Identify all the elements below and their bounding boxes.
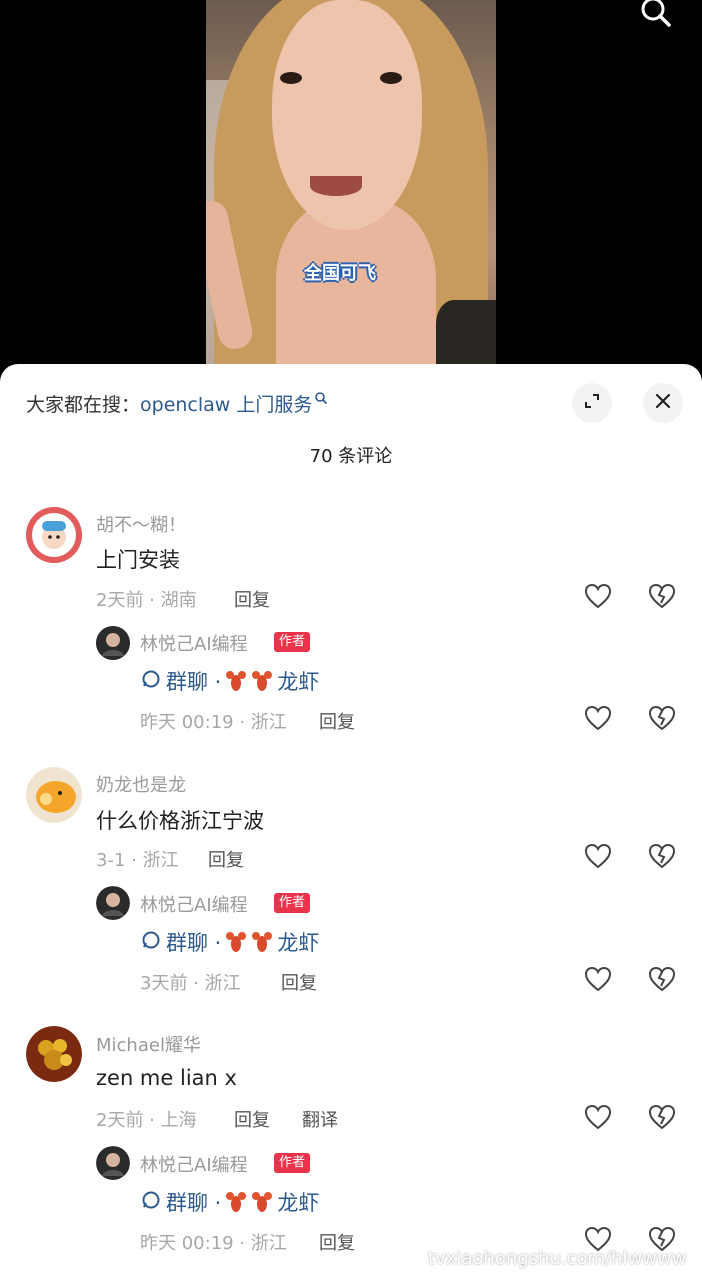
- avatar[interactable]: [96, 886, 130, 920]
- lobster-icon: [225, 669, 247, 693]
- watermark: tvxiaohongshu.com/hlwwww: [428, 1248, 687, 1269]
- group-chat-label: 群聊 ·: [166, 931, 222, 955]
- group-chat-label: 群聊 ·: [166, 1191, 222, 1215]
- lobster-icon: [225, 930, 247, 954]
- expand-icon: [582, 391, 602, 415]
- reply-button[interactable]: 回复: [234, 586, 270, 612]
- broken-heart-icon[interactable]: [648, 966, 676, 992]
- comment-content: 上门安装: [96, 548, 180, 572]
- group-chat-link[interactable]: 群聊 · 龙虾: [140, 1187, 319, 1217]
- reply-username[interactable]: 林悦己AI编程: [140, 891, 248, 917]
- expand-button[interactable]: [572, 383, 612, 423]
- reply-button[interactable]: 回复: [319, 708, 355, 734]
- lobster-icon: [225, 1190, 247, 1214]
- lobster-icon: [251, 1190, 273, 1214]
- reply-button[interactable]: 回复: [208, 846, 244, 872]
- broken-heart-icon[interactable]: [648, 1104, 676, 1130]
- chat-bubble-icon: [140, 668, 162, 695]
- reply-meta: 昨天 00:19 · 浙江: [140, 712, 287, 733]
- avatar[interactable]: [26, 507, 82, 563]
- comment-meta: 2天前 · 湖南: [96, 590, 197, 611]
- video-player[interactable]: 全国可飞: [0, 0, 702, 380]
- heart-icon[interactable]: [584, 583, 612, 609]
- reply-meta: 昨天 00:19 · 浙江: [140, 1233, 287, 1254]
- hot-search-keyword[interactable]: openclaw 上门服务: [140, 394, 312, 416]
- broken-heart-icon[interactable]: [648, 843, 676, 869]
- author-badge: 作者: [274, 1153, 311, 1173]
- broken-heart-icon[interactable]: [648, 705, 676, 731]
- group-chat-name: 龙虾: [277, 1191, 320, 1215]
- lobster-icon: [251, 930, 273, 954]
- broken-heart-icon[interactable]: [648, 583, 676, 609]
- comment-username[interactable]: 奶龙也是龙: [96, 771, 186, 797]
- lobster-icon: [251, 669, 273, 693]
- group-chat-name: 龙虾: [277, 670, 320, 694]
- video-frame[interactable]: 全国可飞: [206, 0, 496, 380]
- chat-bubble-icon: [140, 1189, 162, 1216]
- reply-meta: 3天前 · 浙江: [140, 973, 241, 994]
- comment-username[interactable]: Michael耀华: [96, 1031, 201, 1057]
- avatar[interactable]: [96, 626, 130, 660]
- hot-search-link[interactable]: 大家都在搜：openclaw 上门服务: [26, 390, 328, 417]
- avatar[interactable]: [26, 1026, 82, 1082]
- reply-button[interactable]: 回复: [319, 1229, 355, 1255]
- comment-sheet: 大家都在搜：openclaw 上门服务 70 条评论 胡不～糊！ 上门安装 2天…: [0, 364, 702, 1280]
- group-chat-link[interactable]: 群聊 · 龙虾: [140, 666, 319, 696]
- search-icon[interactable]: [638, 0, 678, 28]
- video-caption: 全国可飞: [304, 263, 376, 284]
- heart-icon[interactable]: [584, 843, 612, 869]
- heart-icon[interactable]: [584, 705, 612, 731]
- group-chat-link[interactable]: 群聊 · 龙虾: [140, 927, 319, 957]
- comment-username[interactable]: 胡不～糊！: [96, 511, 186, 537]
- avatar[interactable]: [96, 1146, 130, 1180]
- comment-content: zen me lian x: [96, 1066, 237, 1090]
- author-badge: 作者: [274, 893, 311, 913]
- reply-button[interactable]: 回复: [234, 1106, 270, 1132]
- translate-button[interactable]: 翻译: [302, 1106, 338, 1132]
- comment-count: 70 条评论: [309, 446, 393, 467]
- comment-meta: 2天前 · 上海: [96, 1110, 197, 1131]
- close-button[interactable]: [643, 383, 683, 423]
- chat-bubble-icon: [140, 929, 162, 956]
- comment-content: 什么价格浙江宁波: [96, 809, 264, 833]
- reply-button[interactable]: 回复: [281, 969, 317, 995]
- author-badge: 作者: [274, 632, 311, 652]
- group-chat-label: 群聊 ·: [166, 670, 222, 694]
- reply-username[interactable]: 林悦己AI编程: [140, 630, 248, 656]
- comment-meta: 3-1 · 浙江: [96, 850, 179, 871]
- small-search-icon: [314, 390, 328, 412]
- reply-username[interactable]: 林悦己AI编程: [140, 1151, 248, 1177]
- close-icon: [654, 392, 672, 414]
- hot-search-prefix: 大家都在搜：: [26, 394, 141, 416]
- avatar[interactable]: [26, 767, 82, 823]
- heart-icon[interactable]: [584, 966, 612, 992]
- group-chat-name: 龙虾: [277, 931, 320, 955]
- heart-icon[interactable]: [584, 1104, 612, 1130]
